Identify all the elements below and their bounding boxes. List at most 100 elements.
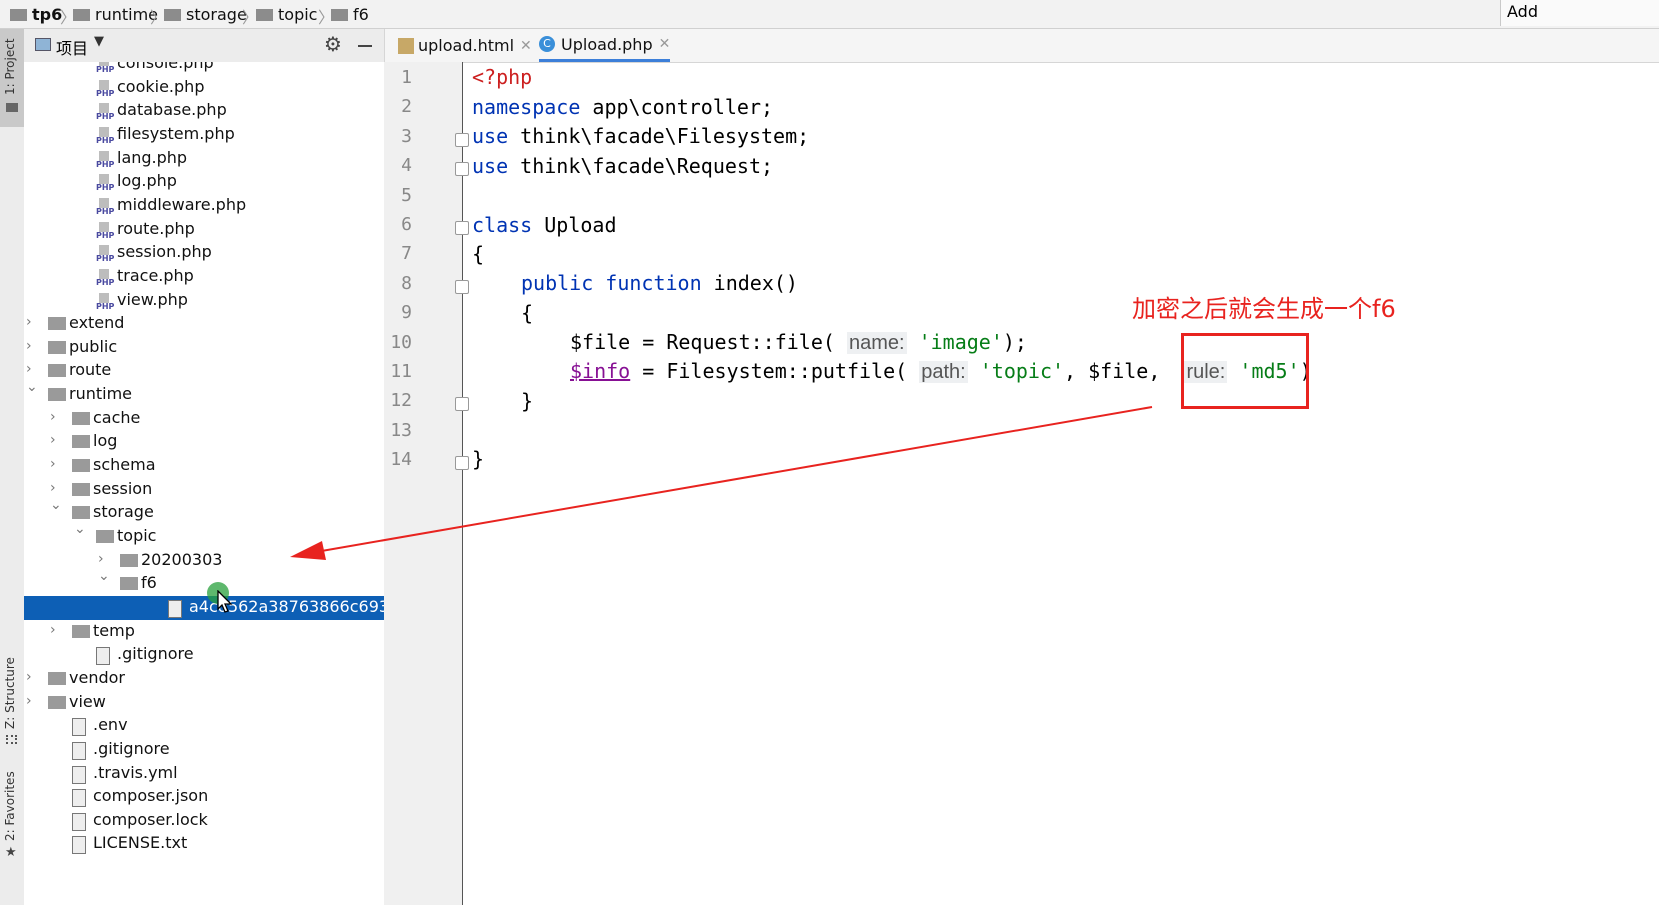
tree-folder[interactable]: › route: [24, 359, 404, 383]
favorites-tool-tab[interactable]: 2: Favorites ★: [0, 771, 24, 881]
project-tool-tab[interactable]: 1: Project: [0, 29, 24, 127]
gear-icon[interactable]: ⚙: [324, 32, 342, 56]
tree-file[interactable]: composer.json: [24, 785, 404, 809]
code-editor[interactable]: <?php namespace app\controller; use thin…: [472, 62, 1659, 905]
tree-file[interactable]: .env: [24, 714, 404, 738]
tree-file[interactable]: .gitignore: [24, 738, 404, 762]
tree-item-label: view: [69, 691, 106, 711]
variable: $info: [570, 359, 631, 383]
fold-marker-icon[interactable]: [455, 397, 469, 412]
tree-folder[interactable]: › public: [24, 336, 404, 360]
line-number: 7: [401, 243, 412, 265]
tree-folder[interactable]: › schema: [24, 454, 404, 478]
file-icon: [72, 765, 86, 784]
tree-folder[interactable]: › log: [24, 430, 404, 454]
chevron-right-icon[interactable]: ›: [26, 314, 32, 330]
tree-file[interactable]: route.php: [24, 218, 404, 242]
tree-file[interactable]: console.php: [24, 62, 404, 76]
tree-file[interactable]: lang.php: [24, 147, 404, 171]
tree-item-label: log.php: [117, 171, 177, 191]
chevron-right-icon[interactable]: ›: [26, 361, 32, 377]
chevron-right-icon[interactable]: ›: [50, 432, 56, 448]
chevron-down-icon[interactable]: ⌄: [74, 521, 86, 537]
fold-marker-icon[interactable]: [455, 162, 469, 177]
chevron-right-icon[interactable]: ›: [50, 456, 56, 472]
tree-file[interactable]: database.php: [24, 99, 404, 123]
chevron-down-icon[interactable]: ⌄: [98, 568, 110, 584]
add-configuration-button[interactable]: Add Configuration...: [1500, 0, 1659, 45]
close-icon[interactable]: ✕: [659, 36, 671, 52]
tree-item-label: trace.php: [117, 265, 194, 285]
chevron-right-icon[interactable]: ›: [50, 409, 56, 425]
hide-panel-icon[interactable]: [358, 45, 372, 47]
structure-tool-tab[interactable]: Z: Structure: [0, 657, 24, 749]
tree-item-label: composer.lock: [93, 809, 208, 829]
chevron-right-icon[interactable]: ›: [50, 480, 56, 496]
tree-file[interactable]: LICENSE.txt: [24, 832, 404, 856]
folder-icon: [72, 482, 90, 496]
chevron-right-icon[interactable]: ›: [26, 338, 32, 354]
close-icon[interactable]: ✕: [520, 38, 532, 54]
line-number: 14: [390, 449, 412, 471]
tab-upload-php[interactable]: C Upload.php ✕: [539, 29, 671, 62]
code-text: $file = Request::file(: [570, 330, 847, 354]
fold-marker-icon[interactable]: [455, 221, 469, 235]
code-text: think\facade\Request;: [508, 154, 774, 178]
tree-file[interactable]: .gitignore: [24, 643, 404, 667]
tree-item-label: route: [69, 360, 112, 380]
folder-icon: [256, 9, 273, 21]
tree-folder[interactable]: ⌄ runtime: [24, 379, 404, 407]
tab-upload-html[interactable]: upload.html ✕: [398, 29, 532, 62]
tree-item-label: session.php: [117, 242, 212, 262]
keyword: use: [472, 124, 509, 148]
tree-folder[interactable]: › extend: [24, 312, 404, 336]
tree-file[interactable]: trace.php: [24, 265, 404, 289]
chevron-down-icon[interactable]: ⌄: [50, 497, 62, 513]
tree-folder[interactable]: › cache: [24, 407, 404, 431]
favorites-tool-tab-label: 2: Favorites: [3, 771, 17, 841]
file-icon: [72, 718, 86, 737]
tree-item-label: public: [69, 336, 118, 356]
chevron-right-icon[interactable]: ›: [50, 622, 56, 638]
fold-marker-icon[interactable]: [455, 279, 469, 294]
keyword: function: [605, 271, 702, 295]
php-file-icon: [96, 221, 114, 240]
tree-file[interactable]: view.php: [24, 289, 404, 313]
chevron-right-icon[interactable]: ›: [26, 693, 32, 709]
tree-folder[interactable]: › 20200303: [24, 549, 404, 573]
tree-folder[interactable]: › vendor: [24, 667, 404, 691]
string-literal: 'image': [918, 330, 1003, 354]
tree-item-label: log: [93, 431, 118, 451]
tree-folder[interactable]: › session: [24, 478, 404, 502]
project-view-selector[interactable]: 项目: [56, 35, 88, 59]
tree-file[interactable]: cookie.php: [24, 76, 404, 100]
code-text: );: [1002, 330, 1027, 354]
tree-file[interactable]: .travis.yml: [24, 762, 404, 786]
tree-folder[interactable]: › view: [24, 691, 404, 715]
tree-folder[interactable]: ⌄ topic: [24, 521, 404, 549]
chevron-right-icon[interactable]: ›: [26, 669, 32, 685]
fold-marker-icon[interactable]: [455, 456, 469, 471]
tree-file[interactable]: middleware.php: [24, 194, 404, 218]
code-text: app\controller;: [580, 95, 774, 119]
breadcrumb-bar: tp6 〉 runtime 〉 storage 〉 topic 〉 f6 Add…: [0, 0, 1659, 45]
php-file-icon: [96, 62, 114, 74]
breadcrumb-item-f6[interactable]: f6: [331, 3, 369, 25]
tree-folder[interactable]: › temp: [24, 620, 404, 644]
tree-file[interactable]: session.php: [24, 241, 404, 265]
tree-item-label: database.php: [117, 100, 227, 120]
html-file-icon: [398, 37, 414, 54]
tree-file[interactable]: composer.lock: [24, 809, 404, 833]
chevron-down-icon[interactable]: ⌄: [26, 379, 38, 395]
tree-file[interactable]: log.php: [24, 170, 404, 194]
tree-file[interactable]: filesystem.php: [24, 123, 404, 147]
chevron-right-icon[interactable]: ›: [98, 551, 104, 567]
chevron-down-icon[interactable]: ▼: [94, 34, 104, 49]
fold-marker-icon[interactable]: [455, 132, 469, 147]
breadcrumb-item-topic[interactable]: topic: [256, 3, 317, 25]
tree-item-label: .env: [93, 715, 128, 735]
breadcrumb-item-storage[interactable]: storage: [164, 3, 247, 25]
breadcrumb-item-tp6[interactable]: tp6: [10, 3, 62, 25]
php-file-icon: [96, 174, 114, 192]
breadcrumb-item-runtime[interactable]: runtime: [73, 3, 158, 25]
